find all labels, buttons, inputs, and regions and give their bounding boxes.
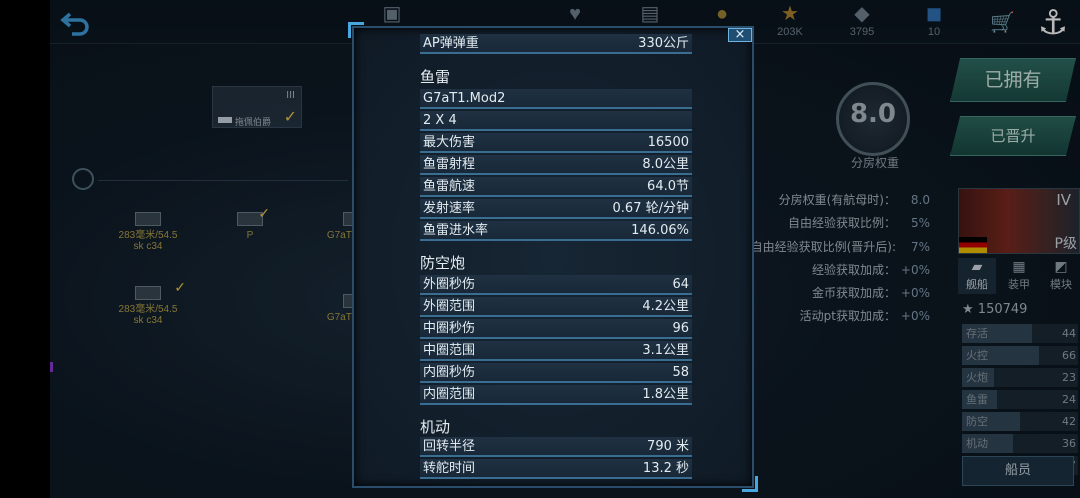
stat-row: 外圈范围 4.2公里 bbox=[420, 297, 692, 317]
stat-row: 转舵时间 13.2 秒 bbox=[420, 459, 692, 479]
section-title-mobility: 机动 bbox=[420, 418, 451, 436]
stat-row: AP弹弹重 330公斤 bbox=[420, 34, 692, 54]
stat-row: 鱼雷进水率 146.06% bbox=[420, 221, 692, 241]
stat-row: 发射速率 0.67 轮/分钟 bbox=[420, 199, 692, 219]
popup-corner bbox=[348, 22, 364, 38]
torpedo-config-row: 2 X 4 bbox=[420, 111, 692, 131]
section-title-torpedo: 鱼雷 bbox=[420, 68, 451, 86]
stat-row: 最大伤害 16500 bbox=[420, 133, 692, 153]
stat-row: 中圈秒伤 96 bbox=[420, 319, 692, 339]
stats-popup: AP弹弹重 330公斤 鱼雷 G7aT1.Mod2 2 X 4 最大伤害 16500… bbox=[352, 26, 754, 488]
left-black-bar bbox=[0, 0, 50, 498]
stat-row: 鱼雷射程 8.0公里 bbox=[420, 155, 692, 175]
torpedo-name-row: G7aT1.Mod2 bbox=[420, 89, 692, 109]
stat-row: 回转半径 790 米 bbox=[420, 437, 692, 457]
popup-corner bbox=[742, 476, 758, 492]
stat-row: 内圈秒伤 58 bbox=[420, 363, 692, 383]
stat-row: 内圈范围 1.8公里 bbox=[420, 385, 692, 405]
stat-row: 外圈秒伤 64 bbox=[420, 275, 692, 295]
section-title-aa: 防空炮 bbox=[420, 254, 466, 272]
stat-row: 鱼雷航速 64.0节 bbox=[420, 177, 692, 197]
stat-row: 中圈范围 3.1公里 bbox=[420, 341, 692, 361]
close-button[interactable]: × bbox=[728, 28, 752, 42]
